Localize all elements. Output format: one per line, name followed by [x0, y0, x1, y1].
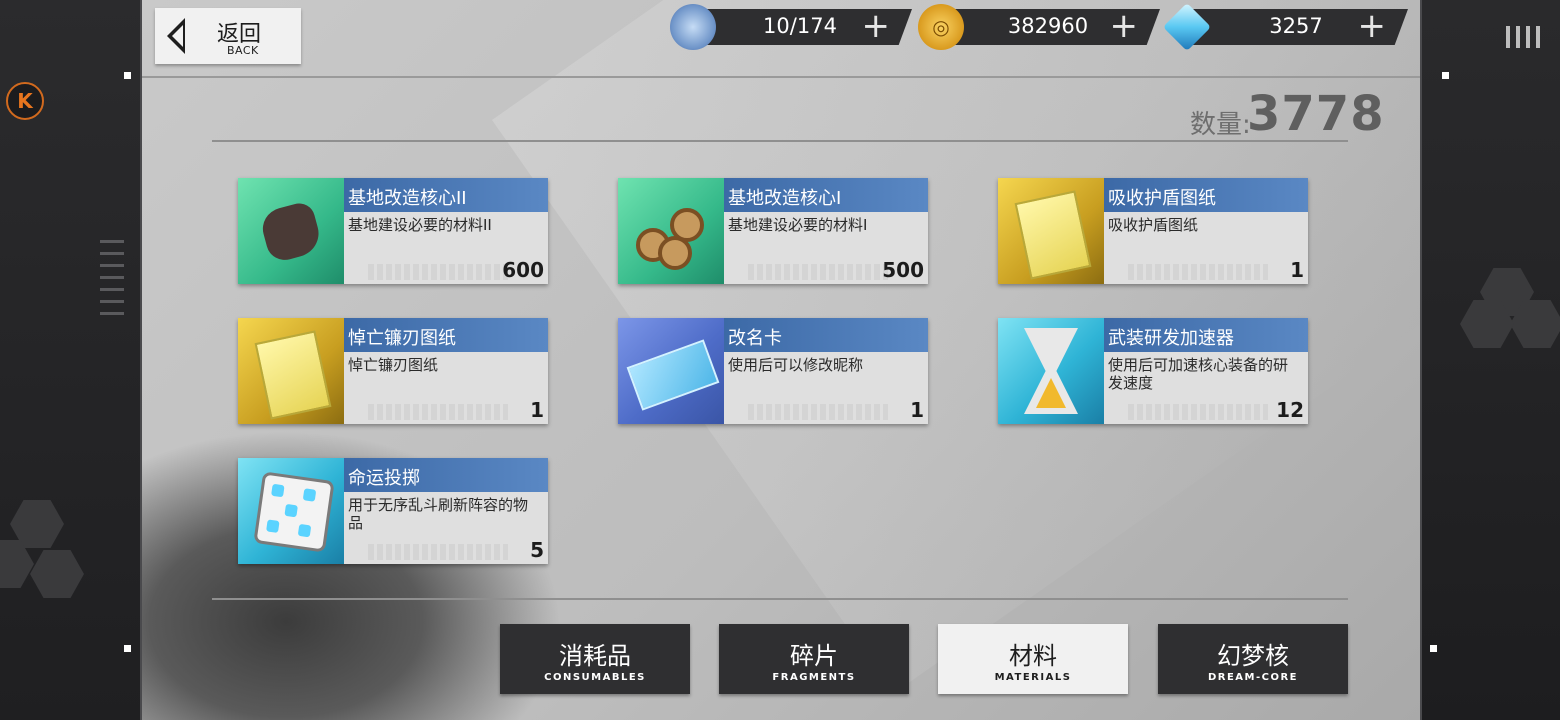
- left-side-panel: K: [0, 0, 142, 720]
- coin-bar: 382960 +: [938, 9, 1160, 45]
- item-card[interactable]: 基地改造核心II 基地建设必要的材料II 600: [238, 178, 548, 284]
- item-name: 改名卡: [728, 328, 782, 349]
- crystal-bar: 3257 +: [1186, 9, 1408, 45]
- right-side-panel: [1420, 0, 1560, 720]
- item-thumbnail: [998, 178, 1104, 284]
- hex-decor: [30, 550, 84, 598]
- corner-dot: [1442, 72, 1449, 79]
- coin-icon: ◎: [918, 4, 964, 50]
- item-title-bar: 吸收护盾图纸: [1104, 178, 1308, 212]
- item-title-bar: 基地改造核心II: [344, 178, 548, 212]
- tab-consumables[interactable]: 消耗品 CONSUMABLES: [500, 624, 690, 694]
- pixel-decor: [1128, 404, 1268, 420]
- add-stamina-button[interactable]: +: [862, 9, 891, 44]
- item-qty: 600: [502, 258, 544, 282]
- pixel-decor: [368, 264, 508, 280]
- item-title-bar: 武装研发加速器: [1104, 318, 1308, 352]
- dice-icon: [253, 471, 335, 553]
- item-title-bar: 基地改造核心I: [724, 178, 928, 212]
- blueprint-icon: [254, 330, 332, 420]
- item-desc: 用于无序乱斗刷新阵容的物品: [348, 496, 529, 532]
- tab-label: 幻梦核: [1217, 642, 1289, 670]
- tabs-divider: [212, 598, 1348, 600]
- item-card[interactable]: 基地改造核心I 基地建设必要的材料I 500: [618, 178, 928, 284]
- tab-materials[interactable]: 材料 MATERIALS: [938, 624, 1128, 694]
- header-divider: [142, 76, 1420, 78]
- corner-dot: [124, 645, 131, 652]
- item-desc: 悼亡镰刃图纸: [348, 356, 439, 374]
- tab-label: 材料: [1009, 642, 1057, 670]
- item-card[interactable]: 改名卡 使用后可以修改昵称 1: [618, 318, 928, 424]
- ticket-icon: [626, 339, 720, 411]
- count-label: 数量:: [1190, 110, 1251, 140]
- stamina-icon: [670, 4, 716, 50]
- item-thumbnail: [998, 318, 1104, 424]
- pixel-decor: [748, 264, 888, 280]
- coin-value: 382960: [1007, 14, 1089, 38]
- item-desc: 吸收护盾图纸: [1108, 216, 1199, 234]
- item-thumbnail: [618, 178, 724, 284]
- add-coin-button[interactable]: +: [1110, 9, 1139, 44]
- ore-icon: [258, 199, 324, 265]
- item-name: 命运投掷: [348, 468, 420, 489]
- tab-fragments[interactable]: 碎片 FRAGMENTS: [719, 624, 909, 694]
- tab-label: 消耗品: [559, 642, 631, 670]
- corner-dot: [124, 72, 131, 79]
- corner-dot: [1430, 645, 1437, 652]
- back-label-en: BACK: [227, 44, 259, 57]
- item-desc: 基地建设必要的材料I: [728, 216, 868, 234]
- item-qty: 1: [530, 398, 544, 422]
- blueprint-icon: [1014, 190, 1092, 280]
- stamina-value: 10/174: [763, 14, 837, 38]
- tab-label: 碎片: [790, 642, 838, 670]
- item-desc: 使用后可加速核心装备的研发速度: [1108, 356, 1289, 392]
- k-badge-icon[interactable]: K: [6, 82, 44, 120]
- pixel-decor: [368, 404, 508, 420]
- item-name: 基地改造核心I: [728, 188, 842, 209]
- menu-icon[interactable]: [1506, 26, 1542, 48]
- item-qty: 1: [1290, 258, 1304, 282]
- pixel-decor: [748, 404, 888, 420]
- item-desc: 基地建设必要的材料II: [348, 216, 492, 234]
- item-card[interactable]: 武装研发加速器 使用后可加速核心装备的研发速度 12: [998, 318, 1308, 424]
- item-title-bar: 改名卡: [724, 318, 928, 352]
- item-name: 武装研发加速器: [1108, 328, 1234, 349]
- pixel-decor: [368, 544, 508, 560]
- back-button[interactable]: 返回 BACK: [155, 8, 301, 64]
- item-thumbnail: [238, 318, 344, 424]
- item-thumbnail: [238, 178, 344, 284]
- item-thumbnail: [238, 458, 344, 564]
- pixel-decor: [1128, 264, 1268, 280]
- count-value: 3778: [1247, 86, 1385, 142]
- item-thumbnail: [618, 318, 724, 424]
- item-card[interactable]: 悼亡镰刃图纸 悼亡镰刃图纸 1: [238, 318, 548, 424]
- tab-label-en: MATERIALS: [994, 672, 1072, 683]
- item-card[interactable]: 命运投掷 用于无序乱斗刷新阵容的物品 5: [238, 458, 548, 564]
- item-card[interactable]: 吸收护盾图纸 吸收护盾图纸 1: [998, 178, 1308, 284]
- item-name: 吸收护盾图纸: [1108, 188, 1216, 209]
- item-qty: 500: [882, 258, 924, 282]
- item-qty: 5: [530, 538, 544, 562]
- item-name: 悼亡镰刃图纸: [348, 328, 456, 349]
- item-qty: 12: [1276, 398, 1304, 422]
- item-qty: 1: [910, 398, 924, 422]
- item-title-bar: 命运投掷: [344, 458, 548, 492]
- stamina-bar: 10/174 +: [690, 9, 912, 45]
- tab-dream-core[interactable]: 幻梦核 DREAM-CORE: [1158, 624, 1348, 694]
- item-desc: 使用后可以修改昵称: [728, 356, 864, 374]
- back-arrow-icon: [167, 18, 185, 54]
- add-crystal-button[interactable]: +: [1358, 9, 1387, 44]
- content-divider: [212, 140, 1348, 142]
- crystal-value: 3257: [1269, 14, 1323, 38]
- decor-stripes: [100, 240, 124, 320]
- tab-label-en: DREAM-CORE: [1207, 672, 1299, 683]
- item-name: 基地改造核心II: [348, 188, 467, 209]
- tab-label-en: CONSUMABLES: [544, 672, 646, 683]
- tab-label-en: FRAGMENTS: [772, 672, 856, 683]
- item-title-bar: 悼亡镰刃图纸: [344, 318, 548, 352]
